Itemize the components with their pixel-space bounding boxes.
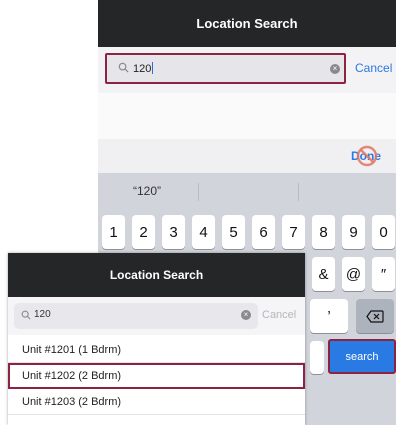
key-ampersand[interactable]: & xyxy=(312,257,335,291)
key-2[interactable]: 2 xyxy=(132,215,155,249)
front-search-text: 120 xyxy=(34,309,51,320)
key-5[interactable]: 5 xyxy=(222,215,245,249)
result-item[interactable]: Unit #1203 (2 Bdrm) xyxy=(8,389,305,415)
key-6[interactable]: 6 xyxy=(252,215,275,249)
back-title-bar: Location Search xyxy=(98,0,396,47)
search-key[interactable]: search xyxy=(328,339,396,374)
prohibited-icon xyxy=(356,145,378,167)
back-search-input[interactable]: 120 × xyxy=(105,53,346,84)
suggestion-word[interactable]: “120” xyxy=(133,184,161,198)
suggestion-divider xyxy=(298,183,299,201)
key-4[interactable]: 4 xyxy=(192,215,215,249)
front-page-title: Location Search xyxy=(109,268,204,282)
backspace-key[interactable] xyxy=(356,299,394,333)
result-item[interactable]: Unit #1201 (1 Bdrm) xyxy=(8,337,305,363)
front-title-bar: Location Search xyxy=(8,253,305,297)
search-icon xyxy=(118,62,129,73)
key-9[interactable]: 9 xyxy=(342,215,365,249)
front-screen: Location Search 120 × Cancel Unit #1201 … xyxy=(8,253,305,425)
clear-icon[interactable]: × xyxy=(241,310,251,320)
key-3[interactable]: 3 xyxy=(162,215,185,249)
clear-icon[interactable]: × xyxy=(330,64,340,74)
key-0[interactable]: 0 xyxy=(372,215,395,249)
front-cancel-button[interactable]: Cancel xyxy=(262,309,296,321)
key-7[interactable]: 7 xyxy=(282,215,305,249)
key-quote[interactable]: ″ xyxy=(372,257,395,291)
key-apostrophe[interactable]: ’ xyxy=(310,299,348,333)
backspace-icon xyxy=(366,309,384,323)
search-icon xyxy=(21,310,31,320)
results-area xyxy=(98,93,396,139)
text-caret xyxy=(152,62,154,74)
front-search-input[interactable]: 120 × xyxy=(14,303,258,329)
back-search-text: 120 xyxy=(133,62,154,75)
suggestion-divider xyxy=(198,183,199,201)
back-cancel-button[interactable]: Cancel xyxy=(355,61,392,75)
key-1[interactable]: 1 xyxy=(102,215,125,249)
back-page-title: Location Search xyxy=(196,16,298,31)
space-key[interactable] xyxy=(310,341,324,374)
key-8[interactable]: 8 xyxy=(312,215,335,249)
key-at[interactable]: @ xyxy=(342,257,365,291)
result-item-selected[interactable]: Unit #1202 (2 Bdrm) xyxy=(8,363,305,389)
